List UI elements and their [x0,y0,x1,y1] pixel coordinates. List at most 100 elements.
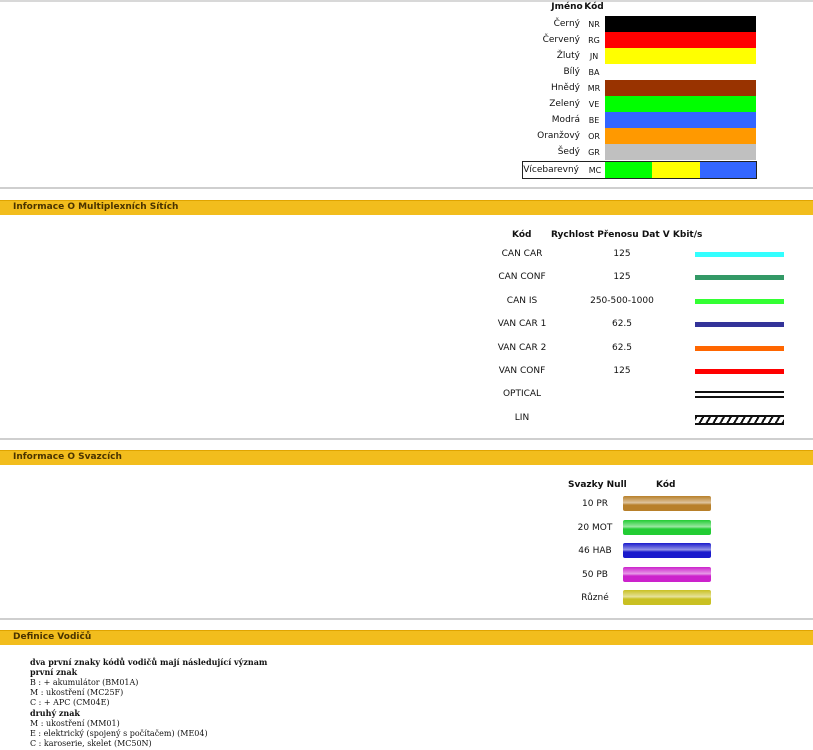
definition-line: C : karoserie, skelet (MC50N) [30,739,152,749]
color-code: GR [588,148,600,157]
color-name: Šedý [557,147,580,157]
bundle-row: 20 MOT [0,519,813,537]
network-line-sample [695,345,784,351]
section-divider [0,438,813,440]
bundles-header-name: Svazky Null [568,480,627,490]
definitions-text: dva první znaky kódů vodičů mají následu… [30,657,267,750]
definition-line: C : + APC (CM04E) [30,698,110,708]
network-line-sample [695,298,784,304]
network-name: CAN CONF [498,272,546,283]
network-row: VAN CAR 2 62.5 [0,341,813,355]
color-name: Modrá [551,115,580,125]
color-row: Oranžový OR [0,128,813,144]
color-row: Červený RG [0,32,813,48]
bundle-color-sample [623,519,711,535]
multiplex-header-speed: Rychlost Přenosu Dat V Kbit/s [551,230,703,240]
color-swatch [605,80,756,96]
network-name: OPTICAL [502,389,542,400]
network-name: VAN CAR 2 [497,342,547,353]
color-row-multicolor: Vícebarevný MC [522,161,757,179]
color-swatch [605,48,756,64]
bundle-row: 46 HAB [0,542,813,560]
definition-line: B : + akumulátor (BM01A) [30,677,139,687]
bundle-name: 46 HAB [578,546,612,556]
network-row: VAN CONF 125 [0,364,813,378]
network-line-sample [695,414,784,425]
color-name: Zelený [549,99,580,109]
color-swatch [605,112,756,128]
color-code: VE [588,100,600,109]
bundle-row: Různé [0,589,813,607]
color-name: Hnědý [550,83,580,93]
bundle-name: 50 PB [582,569,608,580]
color-row: Bílý BA [0,64,813,80]
multicolor-segment-2 [652,162,700,178]
bundle-color-sample [623,543,711,558]
network-speed: 125 [613,272,631,283]
network-line-sample [695,252,784,257]
network-row: OPTICAL [0,387,813,401]
color-row: Hnědý MR [0,80,813,96]
color-header-code: Kód [584,2,604,12]
network-name: CAN CAR [501,249,543,259]
multiplex-header-code: Kód [512,230,532,240]
definition-line: M : ukostření (MM01) [30,718,120,728]
bundle-color-sample [623,566,711,582]
bundle-name: 10 PR [582,499,608,509]
network-speed: 125 [613,366,631,376]
multicolor-segment-1 [605,162,652,178]
network-name: LIN [514,412,530,423]
color-row: Modrá BE [0,112,813,128]
color-code: OR [588,132,600,141]
network-row: VAN CAR 1 62.5 [0,317,813,331]
color-code: MR [587,84,601,93]
multicolor-segment-3 [700,162,756,178]
top-divider [0,0,813,2]
network-row: CAN CONF 125 [0,270,813,284]
bundle-row: 50 PB [0,566,813,584]
color-code: NR [588,20,600,29]
section-bar-definitions: Definice Vodičů [0,630,813,645]
definitions-intro: dva první znaky kódů vodičů mají následu… [30,657,268,667]
color-row: Černý NR [0,16,813,32]
network-line-sample [695,275,784,281]
section-bar-multiplex: Informace O Multiplexních Sítích [0,200,813,215]
color-name: Bílý [563,67,580,77]
color-swatch [605,144,756,160]
section-title: Informace O Multiplexních Sítích [13,202,179,212]
color-name: Červený [542,35,580,45]
network-speed: 125 [613,249,631,259]
bundle-name: Různé [581,593,609,603]
network-speed: 250-500-1000 [590,295,654,306]
network-line-sample [695,391,784,399]
color-code: RG [588,36,600,45]
network-row: CAN CAR 125 [0,247,813,261]
color-swatch [605,128,756,144]
section-title: Informace O Svazcích [13,452,122,462]
network-name: VAN CAR 1 [497,319,547,330]
color-row: Zelený VE [0,96,813,112]
network-line-sample [695,369,784,374]
network-speed: 62.5 [611,319,633,330]
color-row: Žlutý JN [0,48,813,64]
section-divider [0,187,813,189]
color-swatch [605,64,756,80]
bundle-name: 20 MOT [577,522,613,533]
color-row: Šedý GR [0,144,813,160]
network-speed: 62.5 [611,342,633,353]
definition-line: E : elektrický (spojený s počítačem) (ME… [30,729,208,739]
color-code: BA [588,68,600,77]
section-title: Definice Vodičů [13,632,92,642]
color-code: JN [589,52,599,61]
bundle-color-sample [623,590,711,605]
section-bar-bundles: Informace O Svazcích [0,450,813,465]
color-name: Žlutý [556,51,580,61]
network-name: VAN CONF [498,366,546,376]
color-name: Oranžový [537,131,580,141]
color-name: Černý [553,19,580,29]
color-code: BE [588,116,600,125]
color-swatch [605,16,756,32]
color-code: MC [588,166,602,175]
network-line-sample [695,322,784,328]
definitions-first-label: první znak [30,667,78,678]
